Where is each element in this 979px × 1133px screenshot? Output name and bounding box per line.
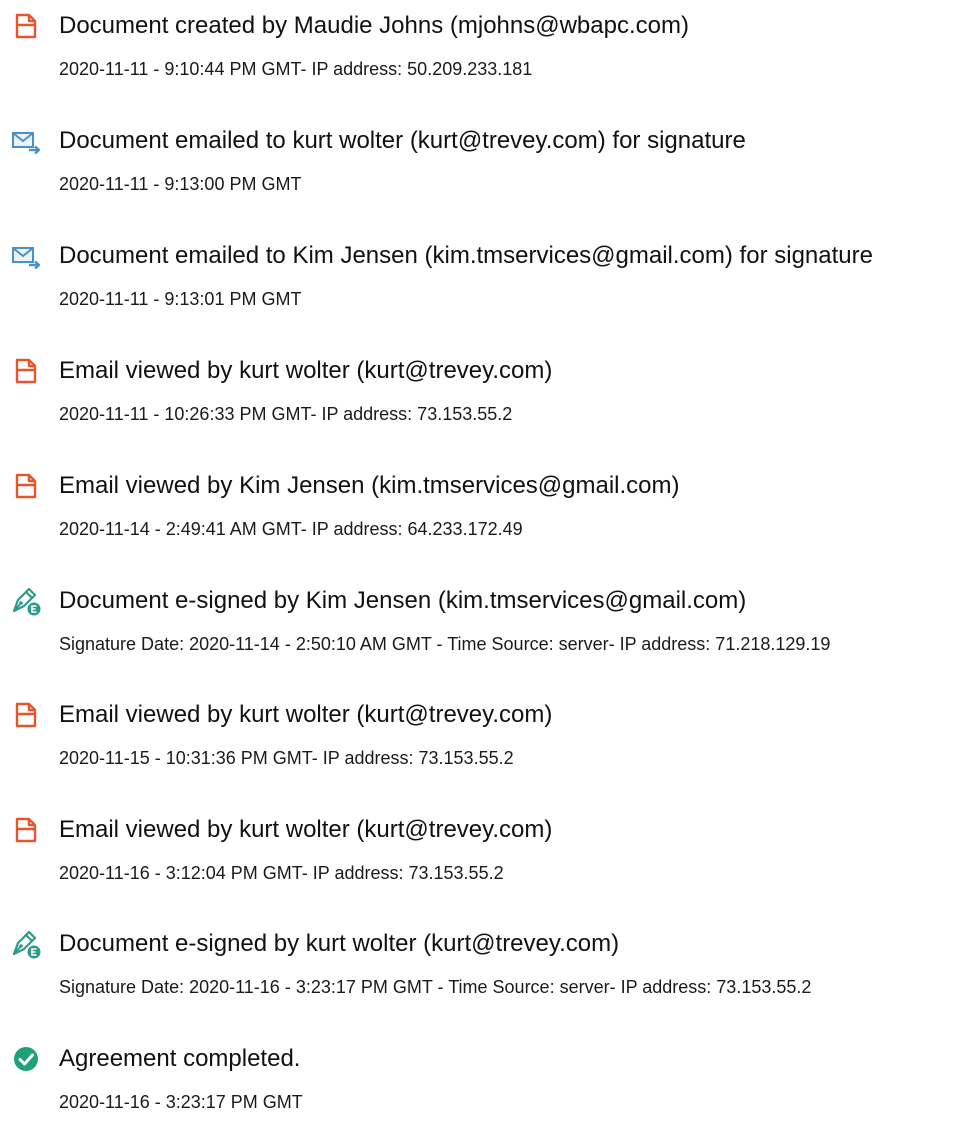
event-title: Document emailed to kurt wolter (kurt@tr… bbox=[59, 127, 746, 154]
event-detail: 2020-11-16 - 3:23:17 PM GMT bbox=[59, 1092, 303, 1112]
event-email-viewed: Email viewed by kurt wolter (kurt@trevey… bbox=[0, 689, 979, 789]
event-title: Agreement completed. bbox=[59, 1045, 301, 1072]
event-agreement-completed: Agreement completed. 2020-11-16 - 3:23:1… bbox=[0, 1033, 979, 1133]
event-title: Email viewed by kurt wolter (kurt@trevey… bbox=[59, 816, 553, 843]
email-sent-icon bbox=[9, 124, 43, 158]
email-sent-icon bbox=[9, 239, 43, 273]
event-title: Email viewed by kurt wolter (kurt@trevey… bbox=[59, 701, 553, 728]
document-icon bbox=[9, 9, 43, 43]
checkmark-circle-icon bbox=[9, 1042, 43, 1076]
event-email-viewed: Email viewed by kurt wolter (kurt@trevey… bbox=[0, 804, 979, 904]
event-email-viewed: Email viewed by Kim Jensen (kim.tmservic… bbox=[0, 460, 979, 560]
event-detail: 2020-11-11 - 9:13:00 PM GMT bbox=[59, 174, 302, 194]
document-icon bbox=[9, 354, 43, 388]
event-title: Document e-signed by Kim Jensen (kim.tms… bbox=[59, 587, 747, 614]
document-icon bbox=[9, 469, 43, 503]
esign-pen-icon bbox=[9, 584, 43, 618]
event-title: Document emailed to Kim Jensen (kim.tmse… bbox=[59, 242, 873, 269]
event-document-created: Document created by Maudie Johns (mjohns… bbox=[0, 0, 979, 100]
document-icon bbox=[9, 698, 43, 732]
event-detail: 2020-11-14 - 2:49:41 AM GMT- IP address:… bbox=[59, 519, 523, 539]
event-document-esigned: Document e-signed by Kim Jensen (kim.tms… bbox=[0, 575, 979, 675]
event-detail: 2020-11-11 - 10:26:33 PM GMT- IP address… bbox=[59, 404, 513, 424]
event-detail: 2020-11-16 - 3:12:04 PM GMT- IP address:… bbox=[59, 863, 504, 883]
event-detail: 2020-11-11 - 9:13:01 PM GMT bbox=[59, 289, 302, 309]
event-detail: Signature Date: 2020-11-14 - 2:50:10 AM … bbox=[59, 634, 831, 654]
event-title: Document e-signed by kurt wolter (kurt@t… bbox=[59, 930, 620, 957]
event-title: Email viewed by Kim Jensen (kim.tmservic… bbox=[59, 472, 680, 499]
event-document-emailed: Document emailed to kurt wolter (kurt@tr… bbox=[0, 115, 979, 215]
document-icon bbox=[9, 813, 43, 847]
event-detail: Signature Date: 2020-11-16 - 3:23:17 PM … bbox=[59, 977, 812, 997]
event-detail: 2020-11-11 - 9:10:44 PM GMT- IP address:… bbox=[59, 59, 533, 79]
event-email-viewed: Email viewed by kurt wolter (kurt@trevey… bbox=[0, 345, 979, 445]
esign-pen-icon bbox=[9, 927, 43, 961]
event-title: Document created by Maudie Johns (mjohns… bbox=[59, 12, 689, 39]
event-document-esigned: Document e-signed by kurt wolter (kurt@t… bbox=[0, 918, 979, 1018]
event-title: Email viewed by kurt wolter (kurt@trevey… bbox=[59, 357, 553, 384]
event-detail: 2020-11-15 - 10:31:36 PM GMT- IP address… bbox=[59, 748, 514, 768]
event-document-emailed: Document emailed to Kim Jensen (kim.tmse… bbox=[0, 230, 979, 330]
